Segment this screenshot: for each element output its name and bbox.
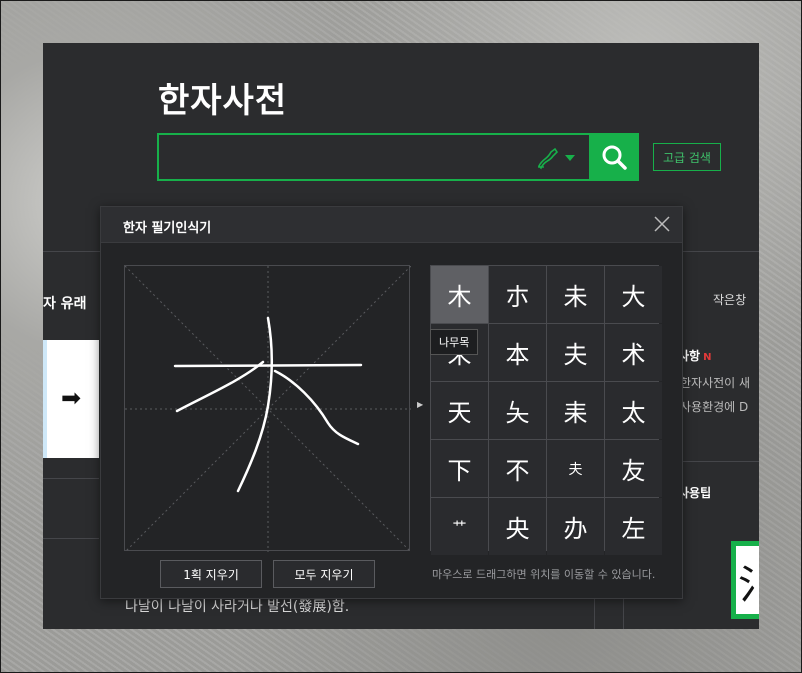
candidate-hanja[interactable]: 未	[547, 266, 604, 323]
candidate-hanja[interactable]: 木	[431, 266, 488, 323]
clear-one-stroke-button[interactable]: 1획 지우기	[160, 560, 262, 588]
meaning-text: 나날이 나날이 사라거나 발선(發展)함.	[125, 599, 350, 615]
candidate-hanja[interactable]: 大	[605, 266, 662, 323]
small-window-toggle[interactable]: 작은창	[713, 291, 746, 308]
handwriting-recognizer-modal[interactable]: 한자 필기인식기 ▶ 木朩未大未本夫术天夨耒太下不夫友艹央办左 나무목 1획 지…	[100, 206, 683, 599]
clear-all-button[interactable]: 모두 지우기	[273, 560, 375, 588]
divider	[683, 461, 759, 462]
candidate-hanja[interactable]: 本	[489, 324, 546, 381]
candidate-grid: 木朩未大未本夫术天夨耒太下不夫友艹央办左	[430, 265, 662, 555]
candidate-hanja[interactable]: 艹	[431, 498, 488, 555]
new-badge: N	[703, 352, 712, 363]
candidate-hanja[interactable]: 夫	[547, 324, 604, 381]
tips-banner[interactable]: 氵	[731, 541, 759, 619]
candidate-hanja[interactable]: 太	[605, 382, 662, 439]
candidate-hanja[interactable]: 朩	[489, 266, 546, 323]
candidate-hanja[interactable]: 友	[605, 440, 662, 497]
search-bar	[157, 133, 639, 181]
drag-hint: 마우스로 드래그하면 위치를 이동할 수 있습니다.	[432, 568, 656, 581]
candidate-hanja[interactable]: 夫	[547, 440, 604, 497]
candidate-hanja[interactable]: 办	[547, 498, 604, 555]
search-icon	[602, 145, 627, 170]
candidate-hanja[interactable]: 左	[605, 498, 662, 555]
candidate-hanja[interactable]: 央	[489, 498, 546, 555]
handwriting-pen-icon[interactable]	[535, 146, 561, 170]
expand-right-icon[interactable]: ▶	[417, 400, 423, 409]
canvas-guides	[125, 266, 411, 552]
modal-header[interactable]: 한자 필기인식기	[101, 207, 682, 243]
candidate-hanja[interactable]: 耒	[547, 382, 604, 439]
candidate-hanja[interactable]: 天	[431, 382, 488, 439]
drawing-canvas[interactable]	[124, 265, 411, 552]
notice-item[interactable]: 한자사전이 새	[680, 374, 750, 391]
candidate-hanja[interactable]: 夨	[489, 382, 546, 439]
search-button[interactable]	[589, 133, 639, 181]
notice-item[interactable]: 사용환경에 D	[680, 398, 748, 415]
candidate-hanja[interactable]: 术	[605, 324, 662, 381]
page-title: 한자사전	[158, 81, 288, 121]
tips-banner-glyph: 氵	[738, 552, 759, 610]
divider	[43, 538, 99, 539]
advanced-search-button[interactable]: 고급 검색	[653, 143, 721, 171]
candidate-hanja[interactable]: 不	[489, 440, 546, 497]
modal-title: 한자 필기인식기	[123, 221, 212, 236]
arrow-right-icon: ➡	[61, 384, 82, 412]
divider	[43, 478, 99, 479]
search-input[interactable]	[169, 143, 519, 171]
tab-origin[interactable]: 자 유래	[43, 293, 87, 313]
candidate-tooltip: 나무목	[430, 329, 479, 355]
origin-card[interactable]: ➡	[43, 340, 99, 458]
chevron-down-icon[interactable]	[565, 154, 575, 162]
candidate-hanja[interactable]: 下	[431, 440, 488, 497]
close-icon[interactable]	[652, 214, 672, 234]
notice-heading: 사항 N	[678, 347, 711, 364]
